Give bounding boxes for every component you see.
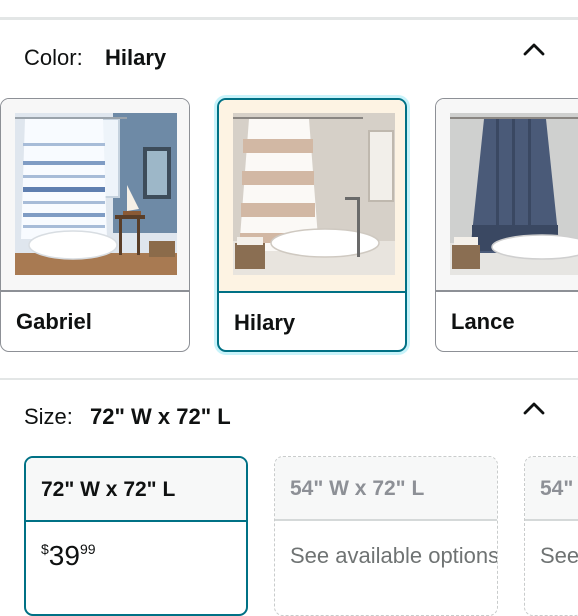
swatch-image xyxy=(436,99,578,290)
size-option-availability: See available options xyxy=(290,543,498,568)
color-swatch-lance[interactable]: Lance xyxy=(435,98,578,352)
top-divider xyxy=(0,17,578,20)
lance-curtain-image xyxy=(450,113,578,275)
size-option-54x78[interactable]: 54" W x 78" L See available options xyxy=(524,456,578,616)
color-swatch-hilary[interactable]: Hilary xyxy=(217,98,407,352)
swatch-separator xyxy=(1,290,189,292)
swatch-separator xyxy=(219,291,405,293)
gabriel-curtain-image xyxy=(15,113,177,275)
swatch-image xyxy=(219,100,405,291)
size-option-72x72[interactable]: 72" W x 72" L $3999 xyxy=(24,456,248,616)
chevron-up-icon[interactable] xyxy=(522,400,546,416)
color-label: Color: xyxy=(24,45,83,70)
hilary-curtain-image xyxy=(233,113,395,275)
size-option-label: 54" W x 72" L xyxy=(290,477,425,500)
size-option-separator xyxy=(275,519,497,521)
size-option-label: 54" W x 78" L xyxy=(540,477,578,500)
size-option-availability: See available options xyxy=(540,543,578,568)
size-selected-value: 72" W x 72" L xyxy=(90,404,231,429)
swatch-separator xyxy=(436,290,578,292)
swatch-image xyxy=(1,99,189,290)
size-label: Size: xyxy=(24,404,73,429)
size-option-label: 72" W x 72" L xyxy=(41,478,176,501)
size-option-price: $3999 xyxy=(41,540,96,572)
color-selected-value: Hilary xyxy=(105,45,167,70)
color-swatch-gabriel[interactable]: Gabriel xyxy=(0,98,190,352)
swatch-label-gabriel: Gabriel xyxy=(16,309,92,334)
swatch-label-lance: Lance xyxy=(451,309,515,334)
section-divider xyxy=(0,378,578,380)
price-fraction: 99 xyxy=(79,541,96,557)
size-option-separator xyxy=(525,519,578,521)
swatch-label-hilary: Hilary xyxy=(234,310,296,335)
chevron-up-icon[interactable] xyxy=(522,41,546,57)
size-option-separator xyxy=(26,520,246,522)
size-option-54x72[interactable]: 54" W x 72" L See available options xyxy=(274,456,498,616)
price-symbol: $ xyxy=(41,541,49,557)
price-whole: 39 xyxy=(48,540,80,571)
